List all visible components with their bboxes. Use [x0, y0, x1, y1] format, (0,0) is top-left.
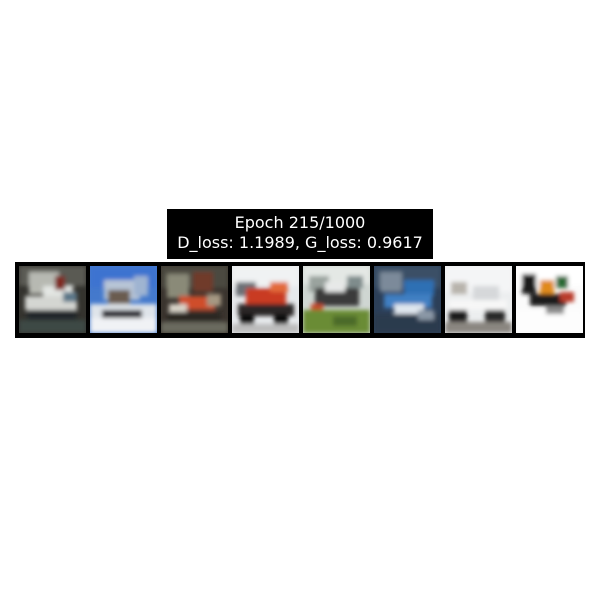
generated-sample-7	[445, 266, 512, 333]
sample-grid	[15, 262, 585, 338]
figure-title: Epoch 215/1000 D_loss: 1.1989, G_loss: 0…	[167, 209, 433, 259]
generated-sample-6	[374, 266, 441, 333]
epoch-label: Epoch 215/1000	[234, 213, 366, 232]
generated-sample-8	[516, 266, 583, 333]
generated-sample-4	[232, 266, 299, 333]
loss-label: D_loss: 1.1989, G_loss: 0.9617	[177, 233, 423, 252]
generated-sample-3	[161, 266, 228, 333]
generated-sample-2	[90, 266, 157, 333]
generated-sample-5	[303, 266, 370, 333]
generated-sample-1	[19, 266, 86, 333]
